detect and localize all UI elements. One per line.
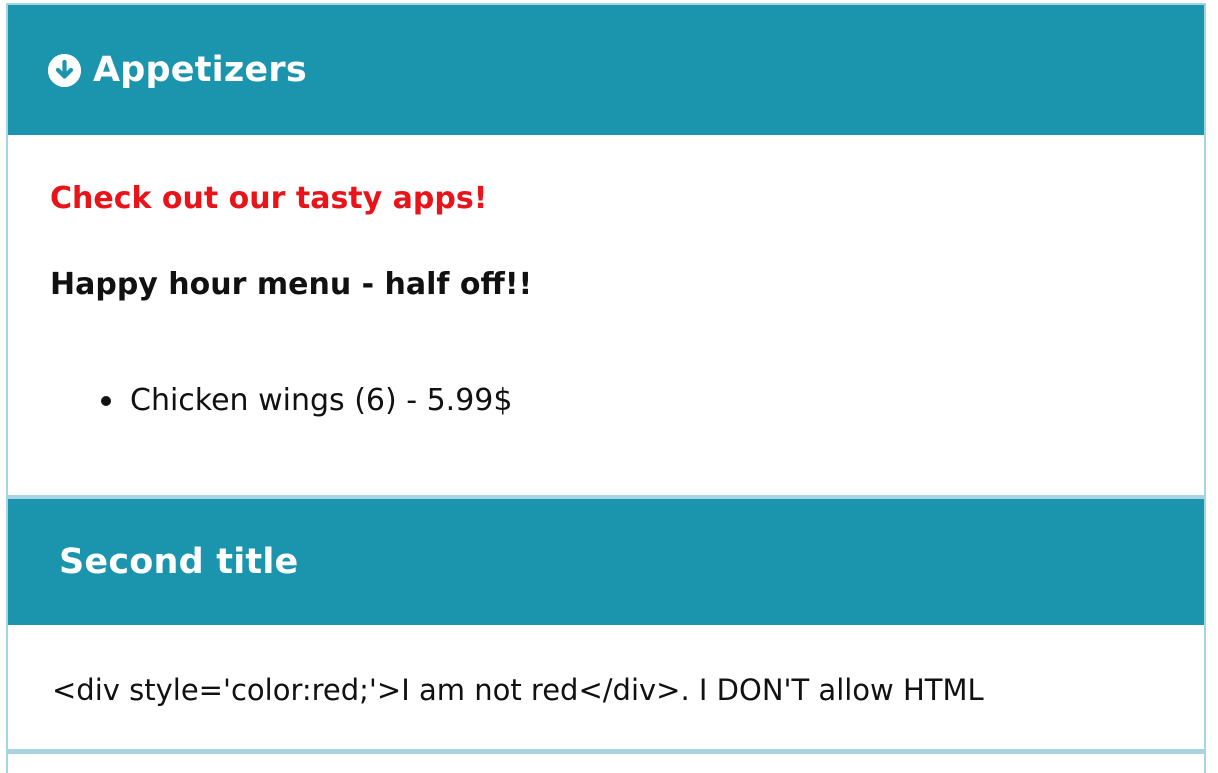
accordion-title: Second title [59,542,299,582]
accordion-title: Appetizers [93,50,307,90]
accordion-header-second[interactable]: Second title [8,495,1204,625]
panel-text: <div style='color:red;'>I am not red</di… [52,673,984,707]
chevron-down-circle-icon [48,53,81,87]
divider [8,749,1204,754]
list-item: Chicken wings (6) - 5.99$ [101,381,1204,421]
accordion-panel-second: <div style='color:red;'>I am not red</di… [8,625,1204,749]
accordion: Appetizers Check out our tasty apps! Hap… [6,3,1206,773]
menu-list: Chicken wings (6) - 5.99$ [50,381,1204,421]
subheading: Happy hour menu - half off!! [50,267,533,302]
menu-item-label: Chicken wings (6) - 5.99$ [130,383,513,418]
promo-text: Check out our tasty apps! [50,181,488,216]
accordion-panel-appetizers: Check out our tasty apps! Happy hour men… [8,135,1204,495]
accordion-header-appetizers[interactable]: Appetizers [8,5,1204,135]
bullet-icon [101,396,111,406]
